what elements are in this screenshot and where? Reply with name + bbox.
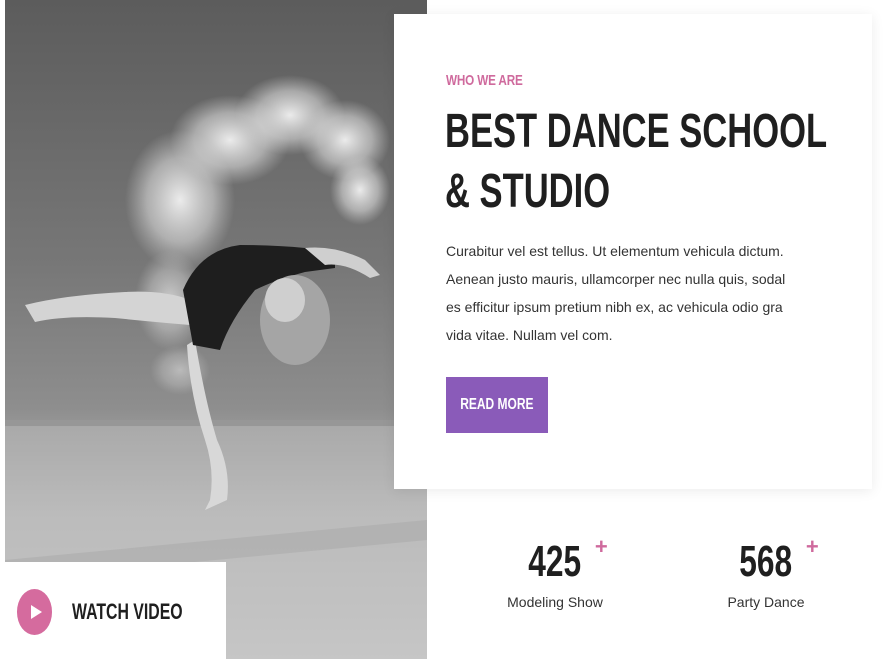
dancer-illustration (5, 75, 427, 659)
stat-value: 425 + (518, 534, 608, 588)
stat-number: 425 (528, 537, 582, 586)
play-icon (30, 604, 42, 619)
stat-modeling-show: 425 + Modeling Show (465, 534, 645, 610)
read-more-button[interactable]: READ MORE (446, 377, 548, 433)
stat-label: Party Dance (727, 594, 805, 610)
stat-number: 568 (739, 537, 793, 586)
stat-label: Modeling Show (507, 594, 603, 610)
stat-party-dance: 568 + Party Dance (676, 534, 856, 610)
page-title: BEST DANCE SCHOOL & STUDIO (445, 102, 828, 222)
title-line-2: & STUDIO (445, 165, 611, 218)
section-eyebrow: WHO WE ARE (446, 72, 523, 89)
stat-value: 568 + (729, 534, 819, 588)
about-card: WHO WE ARE BEST DANCE SCHOOL & STUDIO Cu… (394, 14, 872, 489)
plus-icon: + (594, 534, 608, 559)
hero-photo (5, 0, 427, 659)
title-line-1: BEST DANCE SCHOOL (445, 105, 828, 158)
about-description: Curabitur vel est tellus. Ut elementum v… (446, 243, 786, 343)
play-video-button[interactable] (17, 588, 53, 635)
read-more-label: READ MORE (460, 396, 534, 413)
watch-video-panel[interactable]: WATCH VIDEO (0, 562, 226, 661)
plus-icon: + (805, 534, 819, 559)
watch-video-label[interactable]: WATCH VIDEO (72, 599, 183, 625)
